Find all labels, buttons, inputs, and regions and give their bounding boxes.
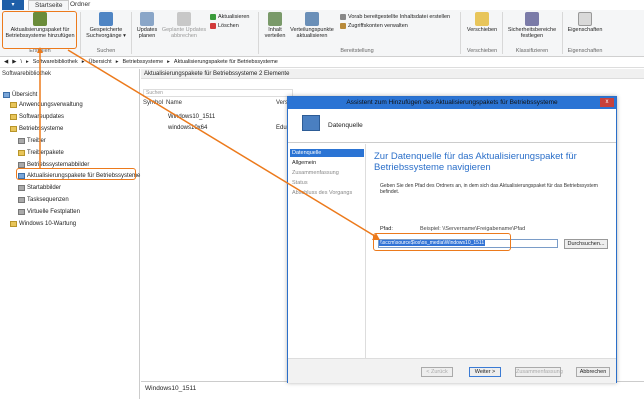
annotation-arrows (37, 47, 380, 240)
arrow-line (67, 49, 379, 239)
arrow-head-icon (37, 47, 43, 53)
arrow-head-icon (372, 233, 380, 240)
